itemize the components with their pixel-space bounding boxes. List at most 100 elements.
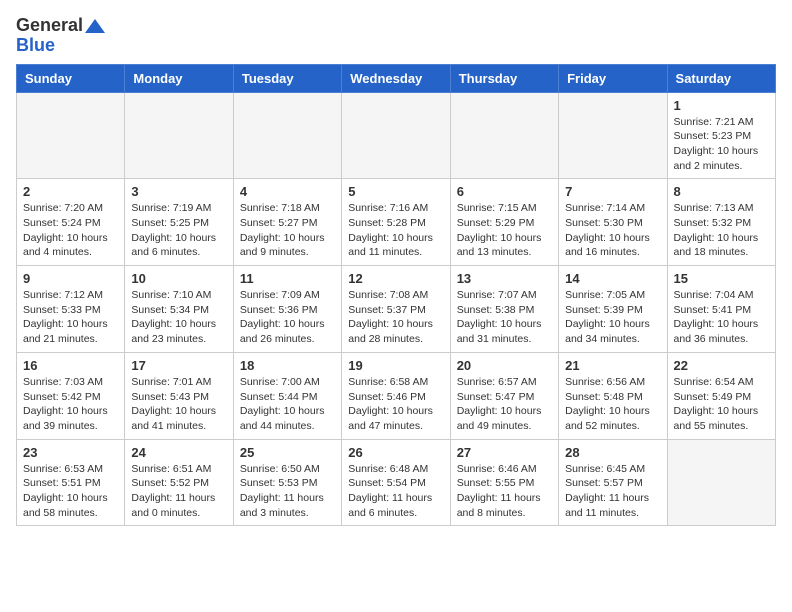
calendar-cell: 19 Sunrise: 6:58 AMSunset: 5:46 PMDayligh… [342,352,450,439]
page-header: General Blue [16,16,776,56]
day-info: Sunrise: 7:21 AMSunset: 5:23 PMDaylight:… [674,115,769,174]
calendar-cell: 10Sunrise: 7:10 AMSunset: 5:34 PMDayligh… [125,266,233,353]
day-info: Sunrise: 7:03 AMSunset: 5:42 PMDaylight:… [23,375,118,434]
day-number: 20 [457,358,552,373]
day-info: Sunrise: 6:58 AMSunset: 5:46 PMDaylight:… [348,375,443,434]
calendar-cell: 21 Sunrise: 6:56 AMSunset: 5:48 PMDayligh… [559,352,667,439]
day-number: 6 [457,184,552,199]
day-number: 19 [348,358,443,373]
day-number: 8 [674,184,769,199]
day-number: 5 [348,184,443,199]
day-info: Sunrise: 7:07 AMSunset: 5:38 PMDaylight:… [457,288,552,347]
day-info: Sunrise: 7:18 AMSunset: 5:27 PMDaylight:… [240,201,335,260]
calendar-cell [559,92,667,179]
week-row-3: 16 Sunrise: 7:03 AMSunset: 5:42 PMDayligh… [17,352,776,439]
day-info: Sunrise: 7:14 AMSunset: 5:30 PMDaylight:… [565,201,660,260]
calendar-cell: 7 Sunrise: 7:14 AMSunset: 5:30 PMDaylight… [559,179,667,266]
day-info: Sunrise: 6:48 AMSunset: 5:54 PMDaylight:… [348,462,443,521]
day-number: 2 [23,184,118,199]
day-info: Sunrise: 7:05 AMSunset: 5:39 PMDaylight:… [565,288,660,347]
day-info: Sunrise: 7:16 AMSunset: 5:28 PMDaylight:… [348,201,443,260]
day-number: 11 [240,271,335,286]
calendar-cell: 12Sunrise: 7:08 AMSunset: 5:37 PMDayligh… [342,266,450,353]
day-number: 15 [674,271,769,286]
calendar-cell [17,92,125,179]
day-info: Sunrise: 6:45 AMSunset: 5:57 PMDaylight:… [565,462,660,521]
day-number: 28 [565,445,660,460]
calendar-cell: 5 Sunrise: 7:16 AMSunset: 5:28 PMDaylight… [342,179,450,266]
day-info: Sunrise: 6:57 AMSunset: 5:47 PMDaylight:… [457,375,552,434]
calendar-cell: 23Sunrise: 6:53 AMSunset: 5:51 PMDayligh… [17,439,125,526]
calendar-cell: 24 Sunrise: 6:51 AMSunset: 5:52 PMDayligh… [125,439,233,526]
calendar-cell [233,92,341,179]
weekday-header-tuesday: Tuesday [233,64,341,92]
logo: General Blue [16,16,105,56]
calendar-cell: 8 Sunrise: 7:13 AMSunset: 5:32 PMDaylight… [667,179,775,266]
week-row-4: 23Sunrise: 6:53 AMSunset: 5:51 PMDayligh… [17,439,776,526]
day-info: Sunrise: 7:15 AMSunset: 5:29 PMDaylight:… [457,201,552,260]
day-number: 25 [240,445,335,460]
day-info: Sunrise: 6:53 AMSunset: 5:51 PMDaylight:… [23,462,118,521]
calendar-table: SundayMondayTuesdayWednesdayThursdayFrid… [16,64,776,527]
weekday-header-friday: Friday [559,64,667,92]
day-info: Sunrise: 7:04 AMSunset: 5:41 PMDaylight:… [674,288,769,347]
day-info: Sunrise: 7:20 AMSunset: 5:24 PMDaylight:… [23,201,118,260]
calendar-cell: 26 Sunrise: 6:48 AMSunset: 5:54 PMDayligh… [342,439,450,526]
day-number: 26 [348,445,443,460]
calendar-cell: 9Sunrise: 7:12 AMSunset: 5:33 PMDaylight… [17,266,125,353]
day-info: Sunrise: 7:13 AMSunset: 5:32 PMDaylight:… [674,201,769,260]
calendar-cell: 17 Sunrise: 7:01 AMSunset: 5:43 PMDayligh… [125,352,233,439]
weekday-header-monday: Monday [125,64,233,92]
day-number: 17 [131,358,226,373]
day-info: Sunrise: 7:09 AMSunset: 5:36 PMDaylight:… [240,288,335,347]
day-info: Sunrise: 7:19 AMSunset: 5:25 PMDaylight:… [131,201,226,260]
week-row-2: 9Sunrise: 7:12 AMSunset: 5:33 PMDaylight… [17,266,776,353]
day-info: Sunrise: 7:00 AMSunset: 5:44 PMDaylight:… [240,375,335,434]
weekday-header-row: SundayMondayTuesdayWednesdayThursdayFrid… [17,64,776,92]
weekday-header-thursday: Thursday [450,64,558,92]
day-number: 1 [674,98,769,113]
calendar-cell [667,439,775,526]
calendar-cell: 2 Sunrise: 7:20 AMSunset: 5:24 PMDaylight… [17,179,125,266]
day-number: 9 [23,271,118,286]
day-info: Sunrise: 7:01 AMSunset: 5:43 PMDaylight:… [131,375,226,434]
day-number: 13 [457,271,552,286]
day-number: 21 [565,358,660,373]
week-row-1: 2 Sunrise: 7:20 AMSunset: 5:24 PMDaylight… [17,179,776,266]
day-info: Sunrise: 6:50 AMSunset: 5:53 PMDaylight:… [240,462,335,521]
day-number: 12 [348,271,443,286]
calendar-cell [450,92,558,179]
day-number: 3 [131,184,226,199]
day-number: 16 [23,358,118,373]
calendar-cell: 4 Sunrise: 7:18 AMSunset: 5:27 PMDaylight… [233,179,341,266]
calendar-cell: 16 Sunrise: 7:03 AMSunset: 5:42 PMDayligh… [17,352,125,439]
logo-icon [85,19,105,33]
day-info: Sunrise: 6:51 AMSunset: 5:52 PMDaylight:… [131,462,226,521]
calendar-cell [342,92,450,179]
day-number: 24 [131,445,226,460]
weekday-header-wednesday: Wednesday [342,64,450,92]
logo-blue: Blue [16,36,105,56]
calendar-cell: 1 Sunrise: 7:21 AMSunset: 5:23 PMDaylight… [667,92,775,179]
day-info: Sunrise: 7:10 AMSunset: 5:34 PMDaylight:… [131,288,226,347]
day-number: 14 [565,271,660,286]
day-number: 27 [457,445,552,460]
calendar-cell: 28 Sunrise: 6:45 AMSunset: 5:57 PMDayligh… [559,439,667,526]
calendar-cell [125,92,233,179]
day-info: Sunrise: 6:56 AMSunset: 5:48 PMDaylight:… [565,375,660,434]
calendar-cell: 3 Sunrise: 7:19 AMSunset: 5:25 PMDaylight… [125,179,233,266]
day-number: 7 [565,184,660,199]
day-number: 18 [240,358,335,373]
calendar-cell: 18 Sunrise: 7:00 AMSunset: 5:44 PMDayligh… [233,352,341,439]
weekday-header-saturday: Saturday [667,64,775,92]
day-number: 4 [240,184,335,199]
day-number: 22 [674,358,769,373]
weekday-header-sunday: Sunday [17,64,125,92]
calendar-cell: 22Sunrise: 6:54 AMSunset: 5:49 PMDayligh… [667,352,775,439]
calendar-cell: 15 Sunrise: 7:04 AMSunset: 5:41 PMDayligh… [667,266,775,353]
week-row-0: 1 Sunrise: 7:21 AMSunset: 5:23 PMDaylight… [17,92,776,179]
calendar-cell: 11 Sunrise: 7:09 AMSunset: 5:36 PMDayligh… [233,266,341,353]
calendar-cell: 25 Sunrise: 6:50 AMSunset: 5:53 PMDayligh… [233,439,341,526]
calendar-cell: 6 Sunrise: 7:15 AMSunset: 5:29 PMDaylight… [450,179,558,266]
calendar-cell: 27Sunrise: 6:46 AMSunset: 5:55 PMDayligh… [450,439,558,526]
